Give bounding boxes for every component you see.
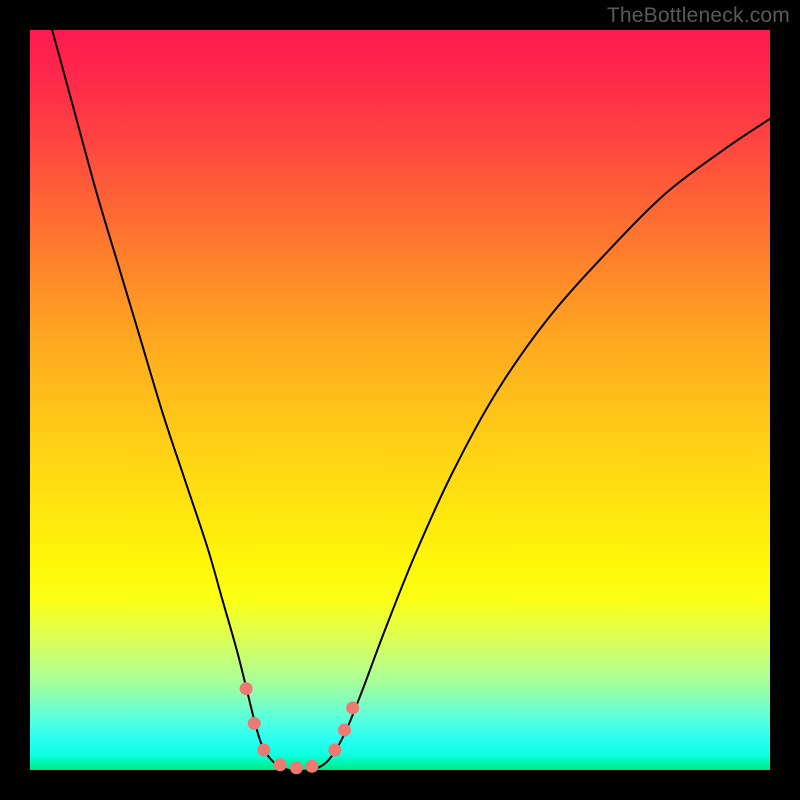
chart-curve xyxy=(52,30,770,771)
chart-marker xyxy=(240,682,253,695)
chart-marker xyxy=(305,760,318,773)
chart-svg xyxy=(30,30,770,770)
chart-marker xyxy=(328,744,341,757)
chart-markers xyxy=(240,682,360,774)
chart-marker xyxy=(248,717,261,730)
curve-path xyxy=(52,30,770,771)
chart-marker xyxy=(338,724,351,737)
chart-marker xyxy=(346,701,359,714)
chart-marker xyxy=(274,758,287,771)
chart-marker xyxy=(290,761,303,774)
watermark-text: TheBottleneck.com xyxy=(607,4,790,28)
chart-marker xyxy=(257,744,270,757)
